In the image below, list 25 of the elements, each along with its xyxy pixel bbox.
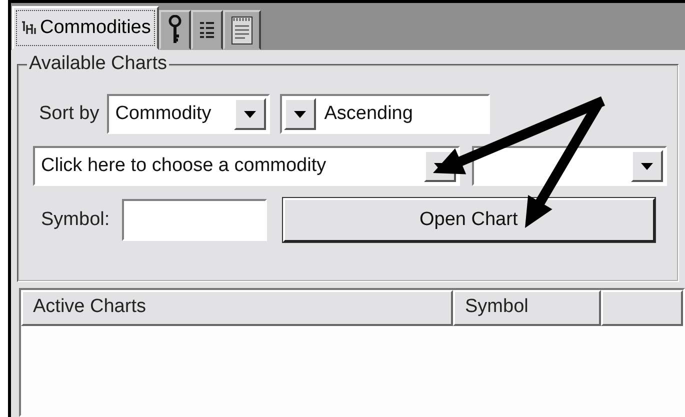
- symbol-label: Symbol:: [41, 209, 110, 231]
- column-header[interactable]: Symbol: [453, 290, 601, 326]
- caret-icon: [244, 110, 256, 118]
- tab[interactable]: Commodities: [12, 6, 159, 50]
- notepad-icon: [230, 15, 253, 45]
- tab[interactable]: [158, 10, 191, 50]
- list-icon: [198, 21, 215, 39]
- dropdown-button[interactable]: [631, 150, 663, 182]
- open-chart-button[interactable]: Open Chart: [282, 198, 655, 242]
- tab[interactable]: [222, 10, 261, 50]
- sort-order-dropdown[interactable]: Ascending: [280, 94, 490, 134]
- key-icon: [166, 15, 183, 45]
- dropdown-button[interactable]: [284, 98, 316, 130]
- contract-dropdown[interactable]: [472, 146, 667, 186]
- caret-icon: [641, 162, 653, 170]
- column-header[interactable]: [601, 290, 683, 326]
- chart-icon: [20, 19, 38, 37]
- caret-icon: [294, 110, 306, 118]
- symbol-field[interactable]: [122, 199, 267, 241]
- commodity-dropdown[interactable]: Click here to choose a commodity: [33, 146, 460, 186]
- sort-label: Sort by: [39, 103, 100, 125]
- sort-field-dropdown[interactable]: Commodity: [107, 94, 270, 134]
- column-header[interactable]: Active Charts: [21, 290, 453, 326]
- tab[interactable]: [190, 10, 223, 50]
- dropdown-button[interactable]: [234, 98, 266, 130]
